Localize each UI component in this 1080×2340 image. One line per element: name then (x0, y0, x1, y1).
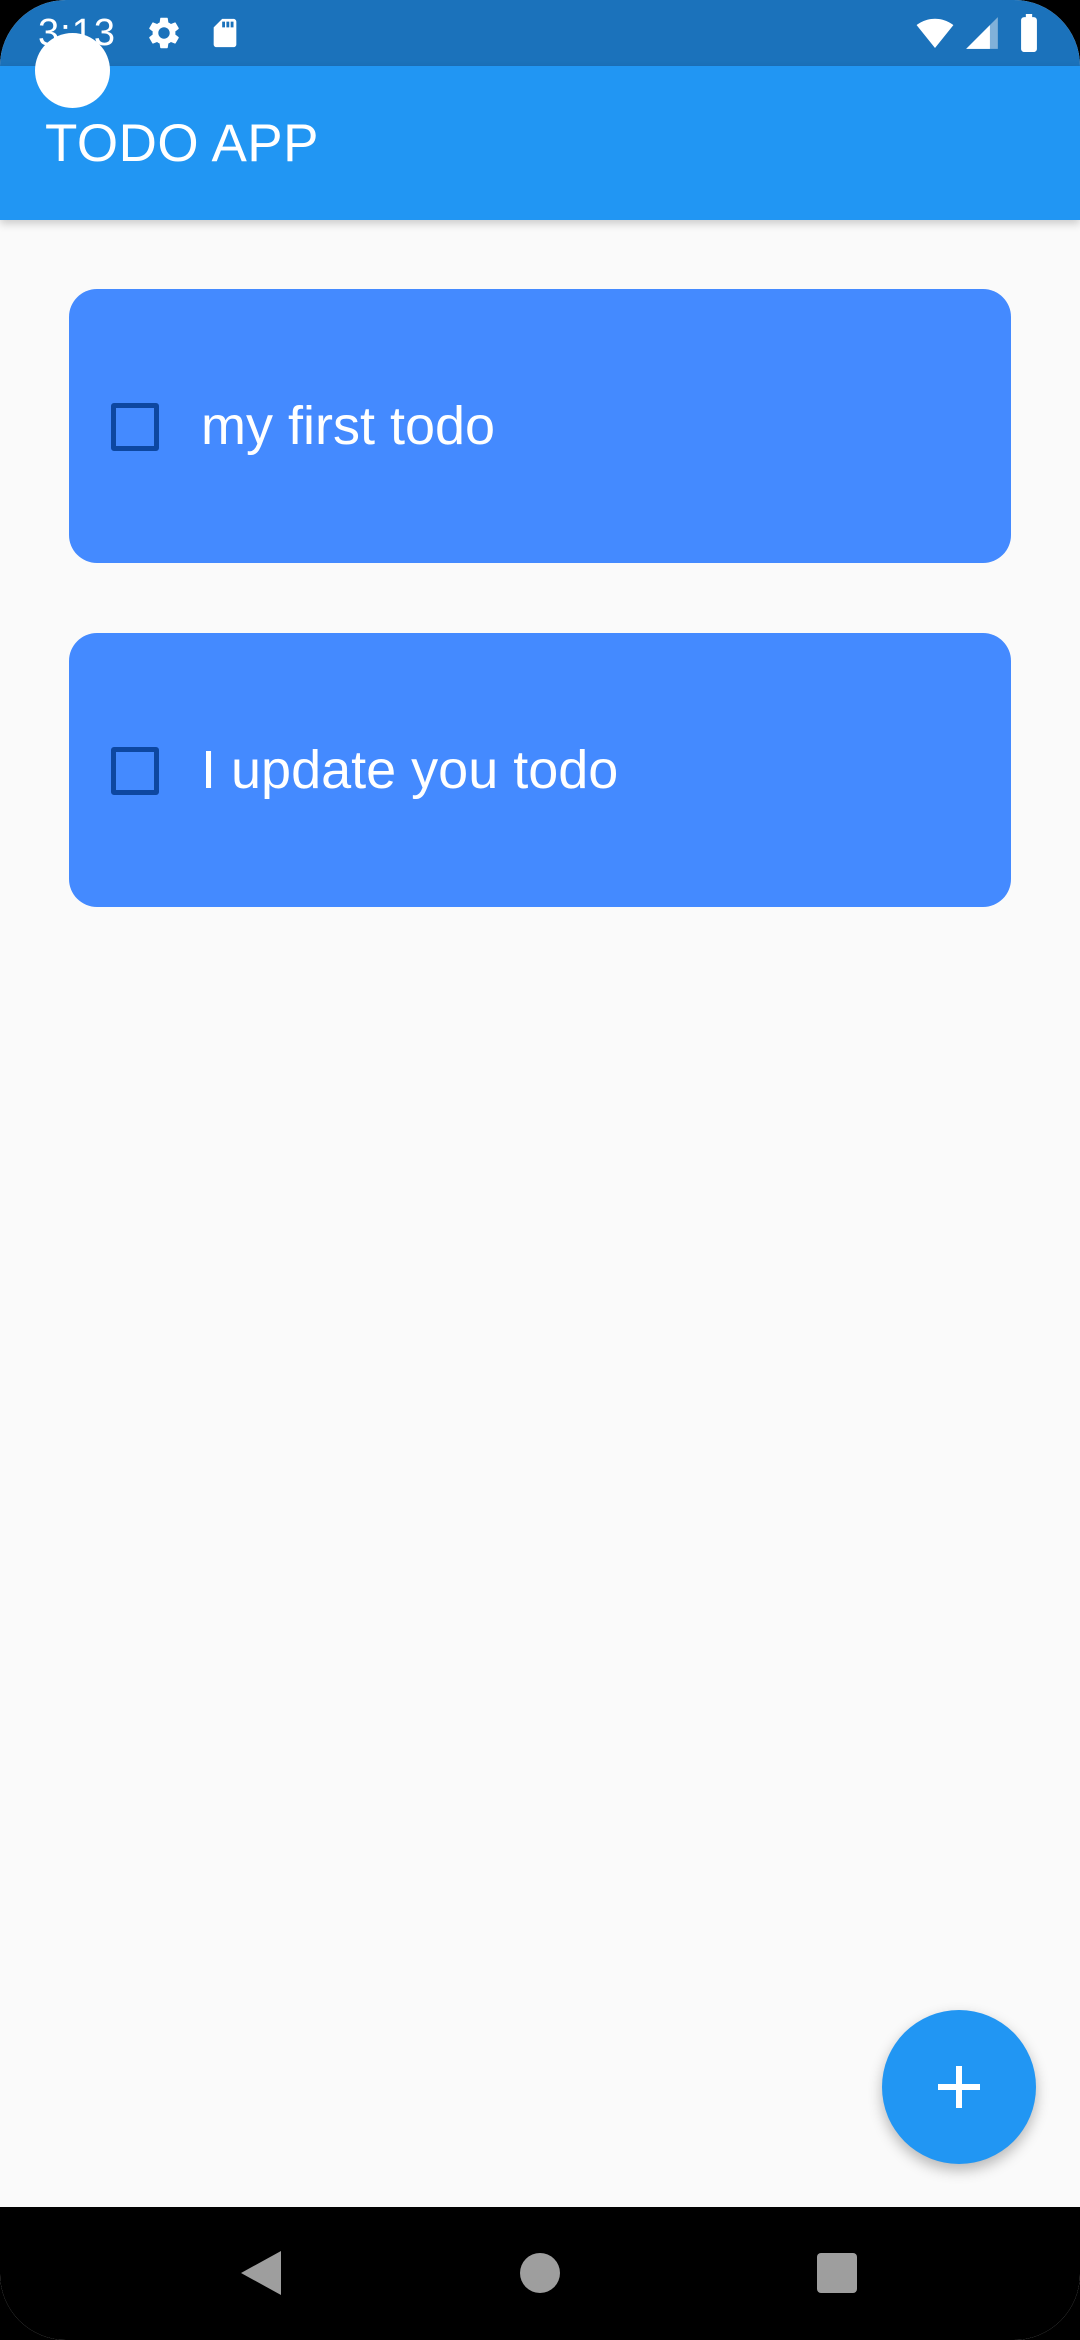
camera-cutout (35, 33, 110, 108)
status-bar: 3:13 (0, 0, 1080, 66)
todo-text: I update you todo (201, 740, 619, 800)
home-icon (520, 2253, 560, 2293)
recents-button[interactable] (757, 2207, 917, 2340)
wifi-icon (916, 18, 954, 49)
app-screen: 3:13 TODO APP my first todo (0, 0, 1080, 2340)
battery-icon (1021, 14, 1037, 52)
gear-icon (149, 17, 179, 49)
back-button[interactable] (183, 2207, 343, 2340)
todo-card[interactable]: I update you todo (69, 633, 1011, 907)
todo-checkbox[interactable] (111, 403, 159, 451)
signal-icon (966, 17, 998, 49)
todo-card[interactable]: my first todo (69, 289, 1011, 563)
navigation-bar (0, 2207, 1080, 2340)
home-button[interactable] (460, 2207, 620, 2340)
recents-icon (817, 2253, 857, 2293)
todo-text: my first todo (201, 396, 496, 456)
add-todo-button[interactable] (882, 2010, 1036, 2164)
app-bar: TODO APP (0, 66, 1080, 220)
todo-checkbox[interactable] (111, 747, 159, 795)
sd-card-icon (213, 18, 237, 48)
app-title: TODO APP (45, 114, 319, 173)
back-icon (241, 2251, 281, 2295)
